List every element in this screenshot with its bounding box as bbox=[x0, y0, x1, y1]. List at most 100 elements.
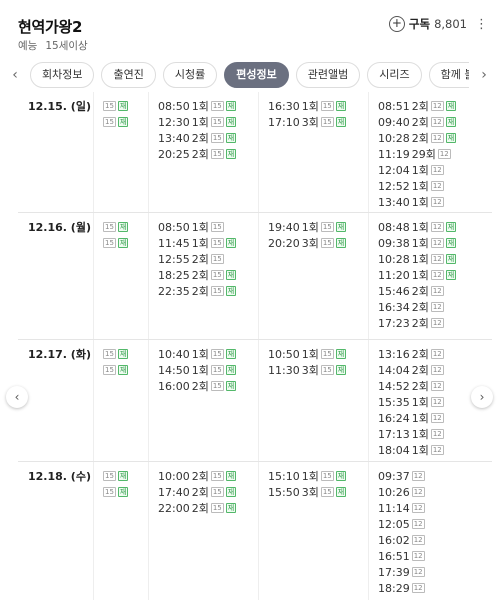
tab-6[interactable]: 함께 볼만한 bbox=[428, 62, 469, 88]
air-time: 12:52 bbox=[378, 179, 410, 193]
age-rating-badge: 15 bbox=[320, 365, 334, 375]
rebroadcast-badge: 재 bbox=[445, 238, 457, 248]
age-rating-badge: 12 bbox=[430, 286, 444, 296]
air-time: 18:29 bbox=[378, 581, 410, 595]
tab-2[interactable]: 시청률 bbox=[162, 62, 218, 88]
airing-item: 08:50 1회 15 bbox=[149, 219, 258, 235]
rebroadcast-badge: 재 bbox=[335, 238, 347, 248]
rebroadcast-badge: 재 bbox=[117, 365, 129, 375]
air-time: 16:30 bbox=[268, 99, 300, 113]
age-rating-badge: 15 bbox=[320, 117, 334, 127]
airing-item: 17:40 2회 15 재 bbox=[149, 484, 258, 500]
episode-number: 3회 bbox=[301, 116, 319, 129]
episode-number: 1회 bbox=[301, 470, 319, 483]
episode-number: 1회 bbox=[191, 116, 209, 129]
air-time: 11:19 bbox=[378, 147, 410, 161]
air-time: 22:00 bbox=[158, 501, 190, 515]
episode-number: 1회 bbox=[301, 348, 319, 361]
subscribe-button[interactable]: + 구독 8,801 bbox=[388, 16, 467, 32]
air-time: 15:46 bbox=[378, 284, 410, 298]
schedule-row: 12.16. (월) 15 재 15 재 08:50 1회 15 11:45 1회 15 재 12:55… bbox=[18, 213, 492, 340]
air-time: 09:40 bbox=[378, 115, 410, 129]
rebroadcast-badge: 재 bbox=[225, 286, 237, 296]
airing-item: 17:13 1회 12 bbox=[369, 426, 492, 442]
air-time: 09:37 bbox=[378, 469, 410, 483]
tab-4[interactable]: 관련앨범 bbox=[295, 62, 361, 88]
airing-item: 15 재 bbox=[94, 98, 148, 114]
rebroadcast-badge: 재 bbox=[225, 117, 237, 127]
episode-number: 1회 bbox=[191, 348, 209, 361]
channel-column: 15 재 15 재 bbox=[94, 92, 149, 212]
air-time: 15:35 bbox=[378, 395, 410, 409]
airing-item: 15 재 bbox=[94, 235, 148, 251]
episode-number: 1회 bbox=[411, 237, 429, 250]
air-time: 16:00 bbox=[158, 379, 190, 393]
tab-prev-chevron-icon[interactable]: ‹ bbox=[4, 64, 26, 86]
episode-number: 3회 bbox=[301, 237, 319, 250]
air-time: 14:04 bbox=[378, 363, 410, 377]
next-page-chevron-icon[interactable]: › bbox=[471, 386, 493, 408]
airing-item: 10:26 12 bbox=[369, 484, 492, 500]
age-rating-badge: 12 bbox=[430, 365, 444, 375]
air-time: 14:50 bbox=[158, 363, 190, 377]
rebroadcast-badge: 재 bbox=[117, 349, 129, 359]
more-options-icon[interactable]: ⋮ bbox=[475, 17, 488, 35]
airing-item: 18:25 2회 15 재 bbox=[149, 267, 258, 283]
age-rating-badge: 12 bbox=[430, 165, 444, 175]
tab-5[interactable]: 시리즈 bbox=[367, 62, 422, 88]
rebroadcast-badge: 재 bbox=[335, 471, 347, 481]
age-rating-badge: 12 bbox=[430, 181, 444, 191]
airing-item: 10:28 2회 12 재 bbox=[369, 130, 492, 146]
episode-number: 1회 bbox=[411, 428, 429, 441]
age-rating-badge: 15 bbox=[210, 349, 224, 359]
prev-page-chevron-icon[interactable]: ‹ bbox=[6, 386, 28, 408]
age-rating-badge: 12 bbox=[411, 503, 425, 513]
schedule-row: 12.15. (일) 15 재 15 재 08:50 1회 15 재 12:30 1회 15 재 13:4… bbox=[18, 92, 492, 213]
airing-item: 10:28 1회 12 재 bbox=[369, 251, 492, 267]
episode-number: 1회 bbox=[301, 100, 319, 113]
age-rating-badge: 15 bbox=[210, 487, 224, 497]
age-rating-badge: 15 bbox=[103, 365, 116, 375]
airing-item: 15 재 bbox=[94, 219, 148, 235]
channel-column: 19:40 1회 15 재 20:20 3회 15 재 bbox=[259, 213, 369, 339]
episode-number: 1회 bbox=[411, 196, 429, 209]
tab-1[interactable]: 출연진 bbox=[101, 62, 156, 88]
tab-3[interactable]: 편성정보 bbox=[224, 62, 289, 88]
rebroadcast-badge: 재 bbox=[225, 270, 237, 280]
broadcast-schedule: 12.15. (일) 15 재 15 재 08:50 1회 15 재 12:30 1회 15 재 13:4… bbox=[18, 92, 492, 600]
airing-item: 19:40 1회 15 재 bbox=[259, 219, 368, 235]
age-rating-badge: 15 bbox=[103, 349, 116, 359]
rebroadcast-badge: 재 bbox=[445, 222, 457, 232]
air-time: 17:39 bbox=[378, 565, 410, 579]
tab-0[interactable]: 회차정보 bbox=[30, 62, 95, 88]
air-time: 12:05 bbox=[378, 517, 410, 531]
age-rating-badge: 12 bbox=[411, 519, 425, 529]
episode-number: 3회 bbox=[301, 364, 319, 377]
episode-number: 2회 bbox=[191, 132, 209, 145]
rebroadcast-badge: 재 bbox=[445, 101, 457, 111]
age-rating-badge: 12 bbox=[430, 349, 444, 359]
age-rating-badge: 12 bbox=[411, 583, 425, 593]
subscriber-count: 8,801 bbox=[434, 17, 467, 31]
airing-item: 11:30 3회 15 재 bbox=[259, 362, 368, 378]
age-rating-badge: 12 bbox=[430, 222, 444, 232]
channel-column: 15 재 15 재 bbox=[94, 462, 149, 600]
age-rating-badge: 12 bbox=[430, 254, 444, 264]
date-column: 12.16. (월) bbox=[18, 213, 94, 339]
airing-item: 08:51 2회 12 재 bbox=[369, 98, 492, 114]
subscribe-label: 구독 bbox=[408, 17, 431, 31]
rebroadcast-badge: 재 bbox=[445, 133, 457, 143]
episode-number: 2회 bbox=[191, 285, 209, 298]
broadcast-date: 12.15. (일) bbox=[28, 100, 91, 113]
age-rating-badge: 12 bbox=[430, 270, 444, 280]
age-rating-label: 15세이상 bbox=[45, 40, 88, 52]
air-time: 13:40 bbox=[378, 195, 410, 209]
airing-item: 12:04 1회 12 bbox=[369, 162, 492, 178]
rebroadcast-badge: 재 bbox=[225, 487, 237, 497]
broadcast-date: 12.16. (월) bbox=[28, 221, 91, 234]
episode-number: 2회 bbox=[411, 380, 429, 393]
genre-label: 예능 bbox=[18, 40, 38, 52]
airing-item: 12:55 2회 15 bbox=[149, 251, 258, 267]
tab-next-chevron-icon[interactable]: › bbox=[473, 64, 495, 86]
age-rating-badge: 15 bbox=[210, 101, 224, 111]
